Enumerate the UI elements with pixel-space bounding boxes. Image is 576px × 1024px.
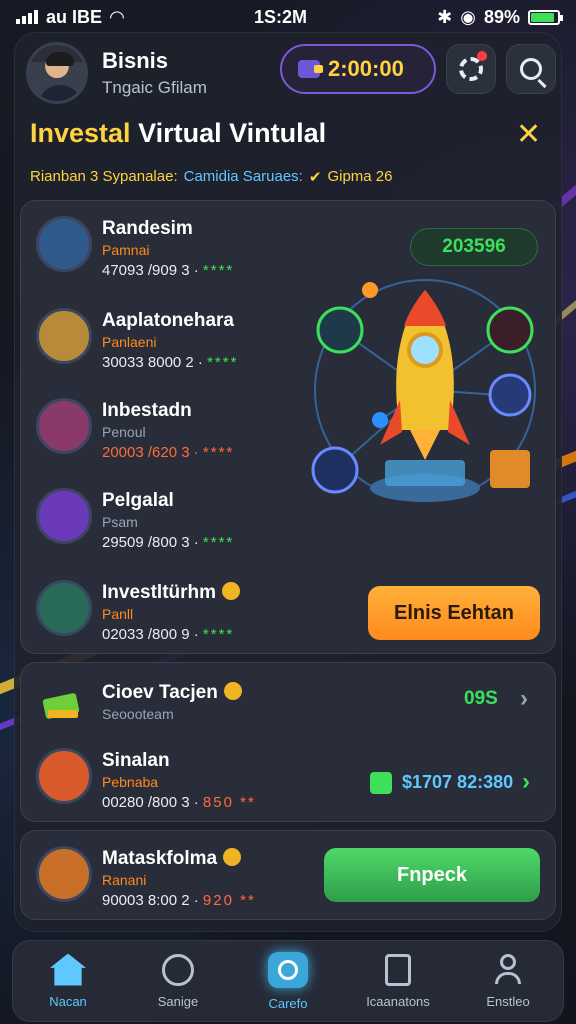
- person-icon: [36, 308, 92, 364]
- wifi-icon: ◠: [110, 6, 124, 27]
- signal-icon: [16, 10, 38, 24]
- coin-icon: [223, 848, 242, 866]
- money-icon: [370, 772, 392, 794]
- notification-dot: [477, 51, 487, 61]
- balance-pill[interactable]: 2:00:00: [280, 44, 436, 94]
- battery-percent: 89%: [483, 6, 520, 27]
- check-button[interactable]: Fnpeck: [324, 848, 540, 902]
- clock: 1S:2M: [254, 6, 308, 27]
- person-icon: [36, 748, 92, 804]
- nav-item-home[interactable]: Nacan: [13, 941, 123, 1021]
- nav-item-savings[interactable]: Sanige: [123, 941, 233, 1021]
- list-item[interactable]: Investltürhm Panll 02033 /800 9 · ****: [36, 580, 336, 660]
- coin-icon: [223, 682, 242, 700]
- document-icon: [36, 216, 92, 272]
- user-icon: [493, 953, 523, 986]
- search-button[interactable]: [506, 44, 556, 94]
- chevron-right-icon[interactable]: ›: [522, 768, 530, 796]
- list-item[interactable]: Pelgalal Psam 29509 /800 3 · ****: [36, 488, 336, 568]
- camera-icon: [268, 951, 308, 988]
- wallet-icon: [298, 60, 323, 78]
- cash-icon: [36, 680, 92, 736]
- rocket-illustration: [311, 279, 536, 502]
- balance-value: 2:00:00: [328, 56, 404, 81]
- list-item[interactable]: Mataskfolma Ranani 90003 8:00 2 · 920 **: [36, 846, 336, 926]
- document-icon: [385, 953, 411, 986]
- user-name: Bisnis: [102, 48, 169, 73]
- nav-item-profile[interactable]: Enstleo: [453, 941, 563, 1021]
- list-item[interactable]: Aaplatonehara Panlaeni 30033 8000 2 · **…: [36, 308, 336, 388]
- nav-item-documents[interactable]: Icaanatons: [343, 941, 453, 1021]
- list-item[interactable]: Randesim Pamnai 47093 /909 3 · ****: [36, 216, 336, 296]
- bluetooth-icon: ✱: [437, 6, 453, 27]
- home-icon: [50, 953, 86, 986]
- subtitle-line: Rianban 3 Sypanalae: Camidia Saruaes: ✔ …: [30, 168, 393, 186]
- header: Bisnis Tngaic Gfilam 2:00:00: [26, 42, 556, 104]
- check-icon: ✔: [308, 169, 322, 186]
- close-icon[interactable]: ✕: [516, 120, 541, 150]
- status-bar: au IBE ◠ 1S:2M ✱ ◉ 89%: [0, 0, 576, 34]
- globe-icon: [36, 580, 92, 636]
- row-value: $1707 82:380: [402, 772, 514, 792]
- coin-icon: [222, 582, 241, 600]
- chart-icon: [36, 398, 92, 454]
- nav-item-camera[interactable]: Carefo: [233, 941, 343, 1021]
- list-item[interactable]: Inbestadn Penoul 20003 /620 3 · ****: [36, 398, 336, 478]
- wheel-icon: [162, 953, 194, 986]
- search-icon: [520, 58, 542, 80]
- settings-button[interactable]: [446, 44, 496, 94]
- page-title: Investal Virtual Vintulal: [30, 118, 327, 148]
- avatar[interactable]: [26, 42, 88, 104]
- carrier-label: au IBE: [46, 6, 103, 27]
- list-item[interactable]: Sinalan Pebnaba 00280 /800 3 · 850 **: [36, 748, 336, 828]
- user-subtitle: Tngaic Gfilam: [102, 78, 207, 97]
- bag-icon: [36, 488, 92, 544]
- invest-button[interactable]: Elnis Eehtan: [368, 586, 540, 640]
- chevron-right-icon[interactable]: ›: [520, 685, 528, 713]
- worker-icon: [36, 846, 92, 902]
- row-value: 09S: [464, 688, 498, 709]
- alarm-icon: ◉: [460, 6, 476, 27]
- bottom-nav: Nacan Sanige Carefo Icaanatons Enstleo: [12, 940, 564, 1022]
- battery-icon: [528, 9, 563, 25]
